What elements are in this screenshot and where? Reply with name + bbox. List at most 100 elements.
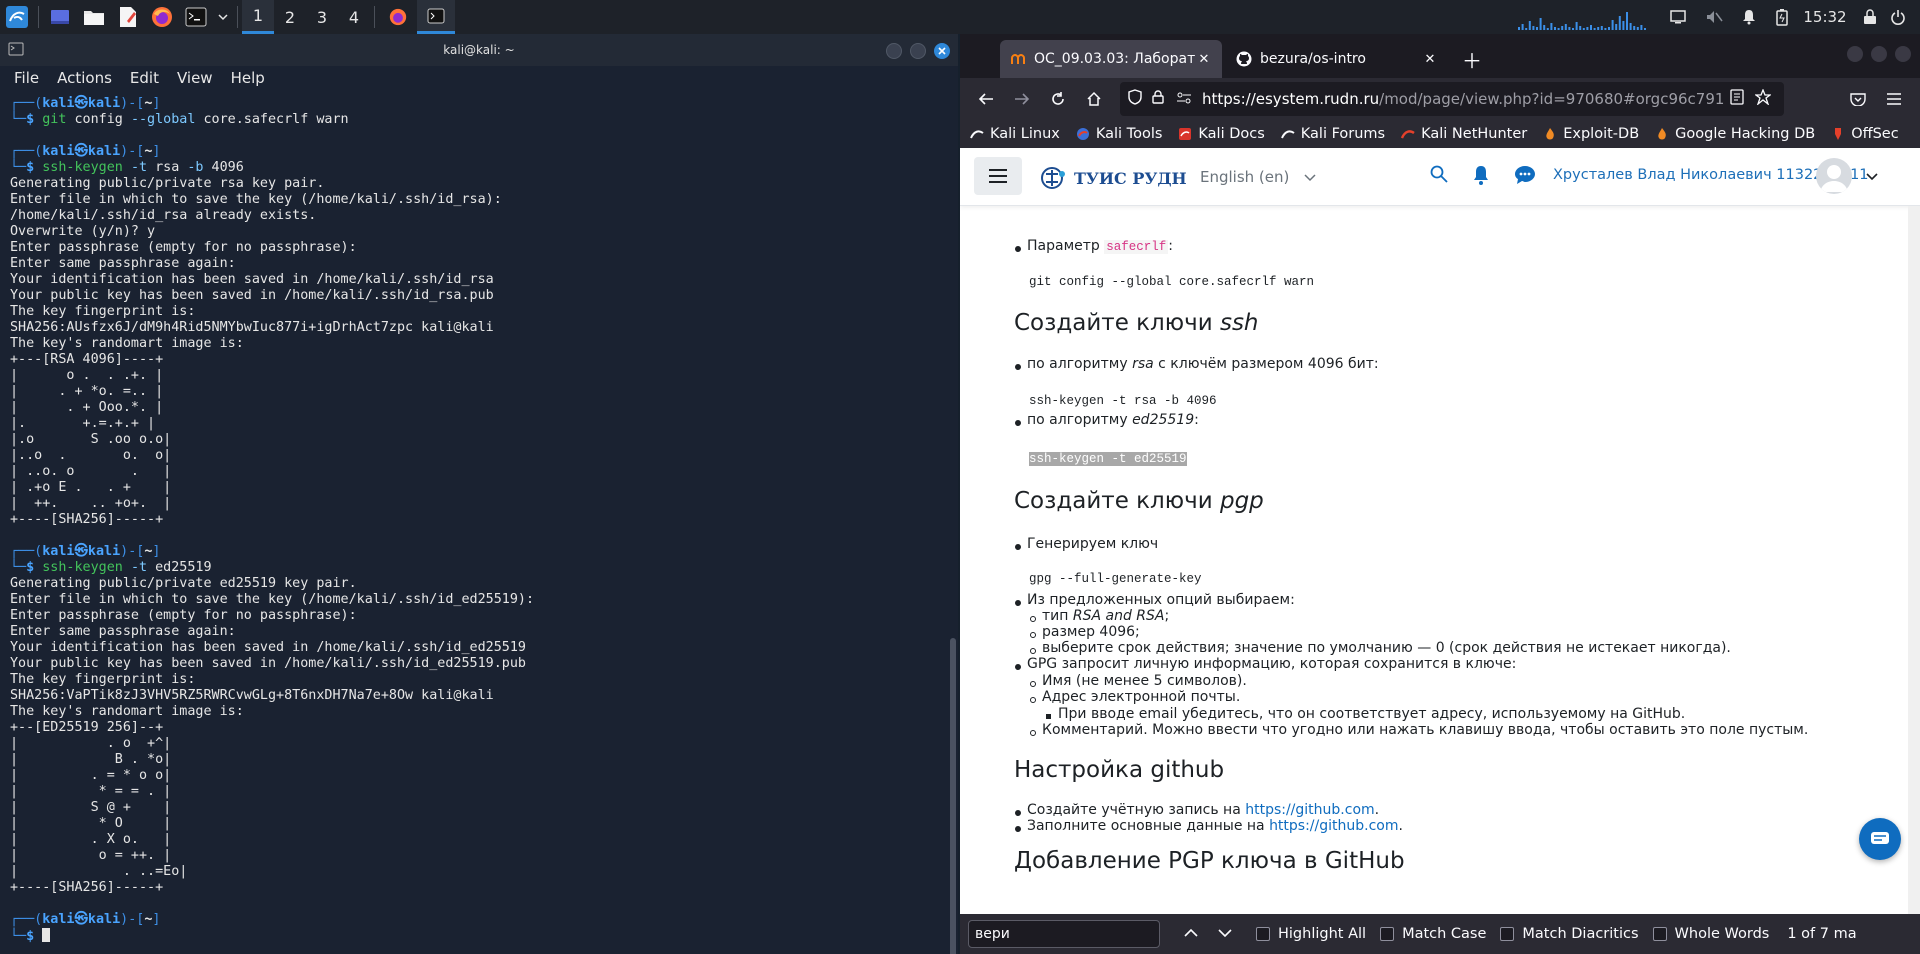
power-icon[interactable] <box>1886 0 1910 34</box>
terminal-output[interactable]: ┌──(kali㉿kali)-[~] └─$ git config --globa… <box>0 92 950 954</box>
code-block: gpg --full-generate-key <box>1029 572 1202 586</box>
minimize-button[interactable] <box>886 43 902 59</box>
workspace-1[interactable]: 1 <box>242 0 274 34</box>
kali-menu-icon[interactable] <box>0 0 34 34</box>
bullet <box>1015 544 1021 550</box>
output-line: Enter same passphrase again: <box>10 256 236 271</box>
tab-close-icon[interactable]: ✕ <box>1196 52 1212 67</box>
bookmark-kali-linux[interactable]: Kali Linux <box>970 126 1060 142</box>
output-line: Generating public/private ed25519 key pa… <box>10 576 357 591</box>
workspace-4[interactable]: 4 <box>338 0 370 34</box>
menu-view[interactable]: View <box>177 69 213 87</box>
page-scrollbar[interactable] <box>1908 206 1920 914</box>
taskbar-app-firefox[interactable] <box>379 0 417 34</box>
file-manager-icon[interactable] <box>77 0 111 34</box>
avatar[interactable] <box>1816 158 1852 194</box>
lock-icon[interactable] <box>1152 90 1176 108</box>
output-line: | . ..=Eo| <box>10 864 188 879</box>
tab-github[interactable]: bezura/os-intro ✕ <box>1226 40 1448 78</box>
new-tab-button[interactable]: ＋ <box>1452 40 1492 78</box>
text-editor-icon[interactable] <box>111 0 145 34</box>
workspace-3[interactable]: 3 <box>306 0 338 34</box>
notifications-bell-icon[interactable] <box>1472 165 1490 185</box>
close-button[interactable] <box>1895 46 1911 62</box>
navigation-toolbar: https://esystem.rudn.ru/mod/page/view.ph… <box>960 78 1920 120</box>
network-graph-bar <box>1618 16 1621 30</box>
volume-muted-icon[interactable] <box>1702 0 1726 34</box>
forward-button[interactable] <box>1004 83 1040 115</box>
match-diacritics-checkbox[interactable]: Match Diacritics <box>1500 926 1639 942</box>
messages-chat-icon[interactable] <box>1514 165 1536 185</box>
language-menu[interactable]: English (en) <box>1200 168 1316 186</box>
workspace-2[interactable]: 2 <box>274 0 306 34</box>
url-text[interactable]: https://esystem.rudn.ru/mod/page/view.ph… <box>1202 90 1724 108</box>
bookmark-star-icon[interactable] <box>1750 88 1776 109</box>
network-graph-bar <box>1546 28 1549 30</box>
terminal-titlebar[interactable]: kali@kali: ~ <box>0 34 958 66</box>
checkbox[interactable] <box>1652 927 1667 941</box>
notifications-icon[interactable] <box>1738 0 1760 34</box>
bookmark-kali-docs[interactable]: Kali Docs <box>1178 126 1265 142</box>
chevron-down-icon[interactable] <box>1866 173 1878 181</box>
maximize-button[interactable] <box>910 43 926 59</box>
network-graph-bar <box>1572 28 1574 30</box>
output-line: +---[RSA 4096]----+ <box>10 352 164 367</box>
highlight-all-checkbox[interactable]: Highlight All <box>1256 926 1366 942</box>
checkbox[interactable] <box>1500 927 1515 941</box>
taskbar-app-terminal[interactable] <box>417 0 455 34</box>
bookmark-kali-tools[interactable]: Kali Tools <box>1076 126 1162 142</box>
pocket-button[interactable] <box>1840 83 1876 115</box>
chat-button[interactable] <box>1859 818 1901 860</box>
find-previous-button[interactable] <box>1174 926 1208 942</box>
bookmark-exploit-db[interactable]: Exploit-DB <box>1543 126 1639 142</box>
bookmark-kali-nethunter[interactable]: Kali NetHunter <box>1401 126 1527 142</box>
url-bar[interactable]: https://esystem.rudn.ru/mod/page/view.ph… <box>1120 82 1785 116</box>
lock-icon[interactable] <box>1860 0 1880 34</box>
github-link[interactable]: https://github.com <box>1245 802 1374 818</box>
reload-button[interactable] <box>1040 83 1076 115</box>
clock[interactable]: 15:32 <box>1800 0 1850 34</box>
battery-icon[interactable] <box>1772 0 1792 34</box>
terminal-scrollbar[interactable] <box>950 638 956 954</box>
back-button[interactable] <box>968 83 1004 115</box>
firefox-icon[interactable] <box>145 0 179 34</box>
output-line: Enter file in which to save the key (/ho… <box>10 592 535 607</box>
tab-close-icon[interactable]: ✕ <box>1422 52 1438 67</box>
bookmark-kali-forums[interactable]: Kali Forums <box>1280 126 1385 142</box>
tab-moodle[interactable]: ОС_09.03.03: Лаборатор ✕ <box>1000 40 1222 78</box>
search-icon[interactable] <box>1430 165 1448 183</box>
bookmark-google-hacking-db[interactable]: Google Hacking DB <box>1655 126 1815 142</box>
site-logo[interactable]: ТУИС РУДН <box>1040 166 1187 190</box>
show-desktop-icon[interactable] <box>43 0 77 34</box>
maximize-button[interactable] <box>1871 46 1887 62</box>
command-line: └─$ git config --global core.safecrlf wa… <box>10 112 349 127</box>
bookmark-offsec[interactable]: OffSec <box>1831 126 1899 142</box>
close-button[interactable] <box>934 43 950 59</box>
whole-words-checkbox[interactable]: Whole Words <box>1652 926 1769 942</box>
output-line: |. +.=.+.+ | <box>10 416 156 431</box>
github-link[interactable]: https://github.com <box>1269 818 1398 834</box>
match-case-checkbox[interactable]: Match Case <box>1380 926 1486 942</box>
menu-help[interactable]: Help <box>231 69 265 87</box>
home-button[interactable] <box>1076 83 1112 115</box>
permissions-icon[interactable] <box>1176 90 1202 108</box>
checkbox[interactable] <box>1380 927 1395 941</box>
shield-icon[interactable] <box>1128 89 1152 109</box>
network-graph-bar <box>1532 26 1535 30</box>
drawer-toggle-button[interactable] <box>974 157 1022 195</box>
checkbox[interactable] <box>1256 927 1270 941</box>
menu-edit[interactable]: Edit <box>130 69 159 87</box>
chevron-down-icon[interactable] <box>213 0 233 34</box>
menu-actions[interactable]: Actions <box>57 69 112 87</box>
arrow-left-icon <box>978 93 993 105</box>
network-graph-bar <box>1640 25 1643 30</box>
find-input[interactable]: вери <box>968 920 1160 948</box>
find-next-button[interactable] <box>1208 926 1242 942</box>
menu-file[interactable]: File <box>14 69 39 87</box>
display-icon[interactable] <box>1666 0 1690 34</box>
minimize-button[interactable] <box>1847 46 1863 62</box>
terminal-launcher-icon[interactable] <box>179 0 213 34</box>
reader-view-icon[interactable] <box>1724 89 1750 109</box>
app-menu-button[interactable] <box>1876 83 1912 115</box>
rudn-logo-icon <box>1041 167 1065 189</box>
